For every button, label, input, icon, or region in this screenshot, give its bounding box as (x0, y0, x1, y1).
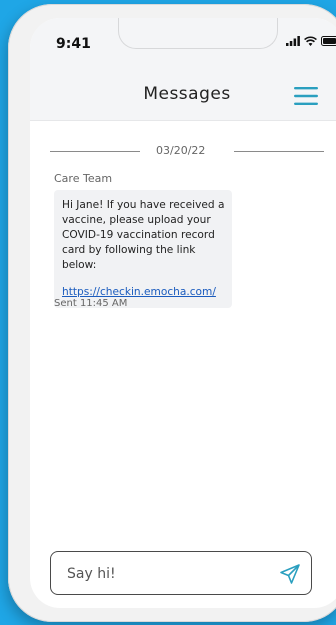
app-header: Messages (30, 68, 336, 121)
status-time: 9:41 (56, 36, 91, 52)
conversation-date: 03/20/22 (156, 144, 206, 157)
phone-screen: 9:41 Messages 03/20/22 Care Team Hi Jane… (30, 18, 336, 608)
status-icons (286, 36, 336, 46)
send-icon[interactable] (279, 563, 301, 585)
date-divider: 03/20/22 (50, 142, 324, 162)
divider-line-right (234, 151, 324, 152)
divider-line-left (50, 151, 140, 152)
message-bubble: Hi Jane! If you have received a vaccine,… (54, 190, 232, 308)
message-sender: Care Team (54, 172, 113, 185)
page-title: Messages (143, 84, 231, 104)
battery-icon (321, 36, 336, 46)
phone-notch (118, 18, 278, 49)
hamburger-menu-icon[interactable] (294, 86, 318, 106)
message-input[interactable] (65, 562, 269, 586)
message-body: Hi Jane! If you have received a vaccine,… (62, 199, 225, 271)
phone-frame: 9:41 Messages 03/20/22 Care Team Hi Jane… (8, 4, 336, 622)
message-composer (50, 551, 312, 595)
wifi-icon (304, 36, 317, 46)
status-bar: 9:41 (30, 18, 336, 68)
message-sent-time: Sent 11:45 AM (54, 298, 128, 309)
signal-icon (286, 36, 300, 46)
